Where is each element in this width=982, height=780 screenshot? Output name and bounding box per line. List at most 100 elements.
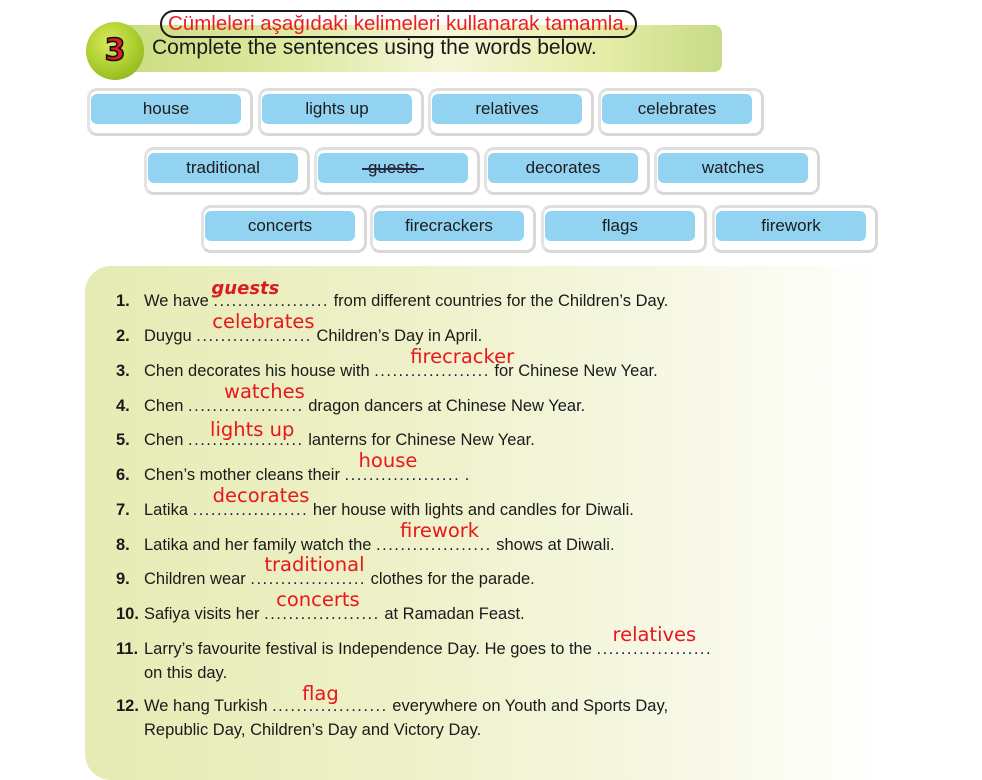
sentence-text: everywhere on Youth and Sports Day, — [387, 697, 669, 715]
sentence-text: Safiya visits her — [144, 605, 265, 623]
sentence-text: Chen’s mother cleans their — [144, 466, 345, 484]
sentence-number: 9. — [116, 570, 130, 588]
answer-blank[interactable]: ................... relatives — [596, 625, 712, 659]
sentence-text: Children’s Day in April. — [311, 327, 483, 345]
exercise-number-badge: 3 — [86, 22, 144, 80]
answer-blank[interactable]: ................... guests — [211, 279, 329, 311]
word-label: traditional — [186, 158, 260, 177]
sentence-4: 4. Chen ................... watches dragon… — [116, 382, 586, 416]
title-turkish: Cümleleri aşağıdaki kelimeleri kullanara… — [160, 10, 638, 38]
answer-text: concerts — [276, 588, 360, 611]
sentence-text: clothes for the parade. — [366, 570, 535, 588]
sentence-text: for Chinese New Year. — [489, 362, 658, 380]
exercise-number: 3 — [104, 33, 126, 68]
sentence-text: We hang Turkish — [144, 697, 273, 715]
word-chip: firecrackers — [370, 205, 536, 253]
answer-text: firework — [400, 519, 480, 542]
answer-blank[interactable]: ................... firework — [376, 521, 492, 555]
sentence-3: 3. Chen decorates his house with ........… — [116, 347, 658, 381]
sentence-text: dragon dancers at Chinese New Year. — [303, 397, 586, 415]
answer-blank[interactable]: ................... lights up — [188, 420, 304, 450]
sentence-text: Chen — [144, 431, 189, 449]
sentence-text: Latika and her family watch the — [144, 536, 377, 554]
word-chip: flags — [541, 205, 707, 253]
answer-blank[interactable]: ................... decorates — [193, 486, 310, 520]
sentence-text: Larry’s favourite festival is Independen… — [144, 640, 597, 658]
word-chip: watches — [654, 147, 820, 195]
word-label: firecrackers — [405, 216, 493, 235]
sentence-text: her house with lights and candles for Di… — [308, 501, 634, 519]
sentence-number: 7. — [116, 501, 130, 519]
sentence-9: 9. Children wear ................... tradi… — [116, 555, 535, 589]
sentence-text: Latika — [144, 501, 193, 519]
sentence-12-continuation: Republic Day, Children’s Day and Victory… — [144, 721, 482, 739]
answer-text: house — [358, 449, 418, 472]
answer-text: watches — [224, 380, 305, 403]
sentence-number: 3. — [116, 362, 130, 380]
word-label: celebrates — [637, 99, 717, 118]
sentence-number: 6. — [116, 466, 130, 484]
sentence-text: Children wear — [144, 570, 251, 588]
sentence-text: shows at Diwali. — [491, 536, 615, 554]
sentence-2: 2. Duygu ................... celebrates Ch… — [116, 312, 483, 346]
sentence-1: 1. We have ................... guests from… — [116, 279, 669, 311]
answer-text: relatives — [612, 623, 697, 646]
sentence-10: 10. Safiya visits her ...................… — [116, 590, 525, 624]
word-chip: concerts — [201, 205, 367, 253]
sentence-number: 5. — [116, 431, 130, 449]
sentence-number: 10. — [116, 605, 139, 623]
word-label: relatives — [475, 99, 539, 118]
word-label: house — [142, 99, 190, 118]
sentence-number: 12. — [116, 697, 139, 715]
answer-text: traditional — [264, 553, 365, 576]
word-chip: decorates — [484, 147, 650, 195]
sentence-text: Chen decorates his house with — [144, 362, 375, 380]
sentence-text: at Ramadan Feast. — [379, 605, 525, 623]
answer-text: celebrates — [212, 310, 315, 333]
word-chip: house — [87, 88, 253, 136]
answer-text: guests — [211, 278, 280, 299]
sentence-text: We have — [144, 292, 214, 310]
sentence-text: lanterns for Chinese New Year. — [303, 431, 535, 449]
word-chip: celebrates — [598, 88, 764, 136]
word-chip: firework — [712, 205, 878, 253]
sentence-6: 6. Chen’s mother cleans their ...........… — [116, 451, 470, 485]
answer-blank[interactable]: ................... concerts — [264, 590, 380, 624]
title-english: Complete the sentences using the words b… — [152, 36, 597, 59]
sentence-number: 4. — [116, 397, 130, 415]
word-label: flags — [602, 216, 638, 235]
sentence-12: 12. We hang Turkish ................... fl… — [116, 684, 669, 716]
answer-text: lights up — [210, 418, 295, 441]
sentence-number: 1. — [116, 292, 130, 310]
answer-blank[interactable]: ................... flag — [272, 684, 388, 716]
sentence-8: 8. Latika and her family watch the ......… — [116, 521, 615, 555]
word-label: lights up — [305, 99, 369, 118]
word-chip: relatives — [428, 88, 594, 136]
word-label: watches — [701, 158, 765, 177]
sentence-text: Chen — [144, 397, 189, 415]
sentence-11-continuation: on this day. — [144, 664, 228, 682]
word-label: guests — [361, 158, 425, 177]
answer-text: firecracker — [410, 345, 515, 368]
word-chip: traditional — [144, 147, 310, 195]
sentence-7: 7. Latika ................... decorates he… — [116, 486, 634, 520]
sentence-number: 8. — [116, 536, 130, 554]
answer-blank[interactable]: ................... house — [345, 451, 461, 485]
word-chip: lights up — [258, 88, 424, 136]
word-label: concerts — [247, 216, 313, 235]
word-label: firework — [761, 216, 821, 235]
answer-text: flag — [302, 682, 339, 705]
answer-text: decorates — [212, 484, 310, 507]
sentence-text: from different countries for the Childre… — [329, 292, 669, 310]
sentence-text: . — [460, 466, 470, 484]
word-label: decorates — [525, 158, 601, 177]
answer-blank[interactable]: ................... watches — [188, 382, 305, 416]
sentence-number: 2. — [116, 327, 130, 345]
sentence-text: Duygu — [144, 327, 197, 345]
word-chip-crossed: guests — [314, 147, 480, 195]
answer-blank[interactable]: ................... traditional — [250, 555, 366, 589]
answer-blank[interactable]: ................... firecracker — [374, 347, 514, 381]
answer-blank[interactable]: ................... celebrates — [196, 312, 314, 346]
sentence-11: 11. Larry’s favourite festival is Indepen… — [116, 625, 712, 659]
sentence-number: 11. — [116, 640, 139, 658]
